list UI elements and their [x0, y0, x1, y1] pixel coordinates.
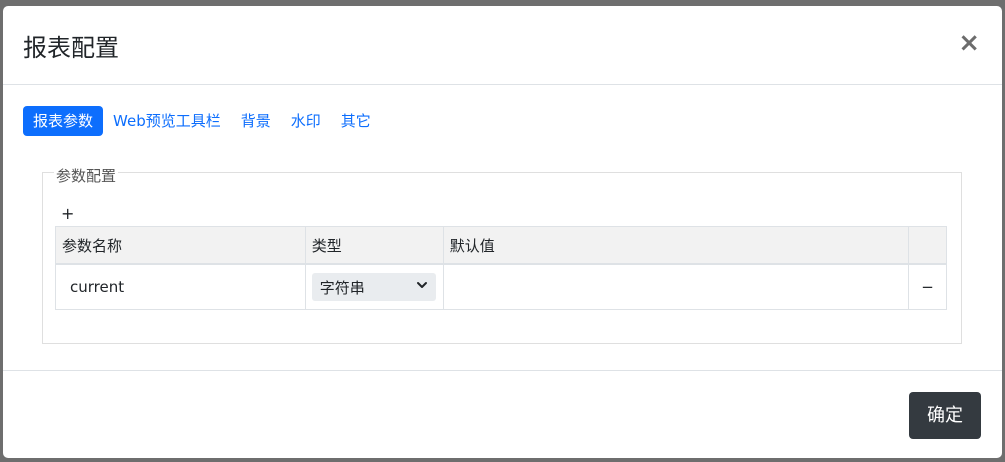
close-button[interactable]: ×	[958, 30, 980, 56]
column-header-type: 类型	[304, 226, 444, 265]
param-default-cell[interactable]	[442, 263, 910, 310]
dialog-footer: 确定	[3, 370, 1002, 458]
params-table: 参数名称 类型 默认值 current 字符串 −	[55, 226, 947, 310]
table-row: current 字符串 −	[55, 263, 947, 310]
chevron-down-icon	[416, 282, 427, 288]
table-header-row: 参数名称 类型 默认值	[55, 226, 947, 265]
param-type-value: 字符串	[319, 278, 365, 297]
config-tabs: 报表参数 Web预览工具栏 背景 水印 其它	[23, 106, 381, 136]
param-config-legend: 参数配置	[54, 165, 119, 186]
tab-report-params[interactable]: 报表参数	[23, 106, 104, 136]
column-header-actions	[908, 226, 947, 265]
column-header-default-value: 默认值	[442, 226, 910, 265]
remove-param-button[interactable]: −	[908, 263, 947, 310]
tab-watermark[interactable]: 水印	[281, 106, 331, 136]
dialog-header: 报表配置 ×	[3, 6, 1002, 85]
confirm-button[interactable]: 确定	[909, 392, 981, 439]
param-name-cell[interactable]: current	[55, 263, 306, 310]
tab-other[interactable]: 其它	[331, 106, 381, 136]
report-config-dialog: 报表配置 × 报表参数 Web预览工具栏 背景 水印 其它 参数配置 + 参数名…	[3, 6, 1002, 458]
add-param-button[interactable]: +	[61, 204, 74, 223]
column-header-param-name: 参数名称	[55, 226, 306, 265]
param-type-cell: 字符串	[304, 263, 444, 310]
param-type-select[interactable]: 字符串	[311, 273, 436, 301]
dialog-title: 报表配置	[23, 34, 119, 62]
tab-background[interactable]: 背景	[231, 106, 281, 136]
tab-web-preview-toolbar[interactable]: Web预览工具栏	[103, 106, 231, 136]
